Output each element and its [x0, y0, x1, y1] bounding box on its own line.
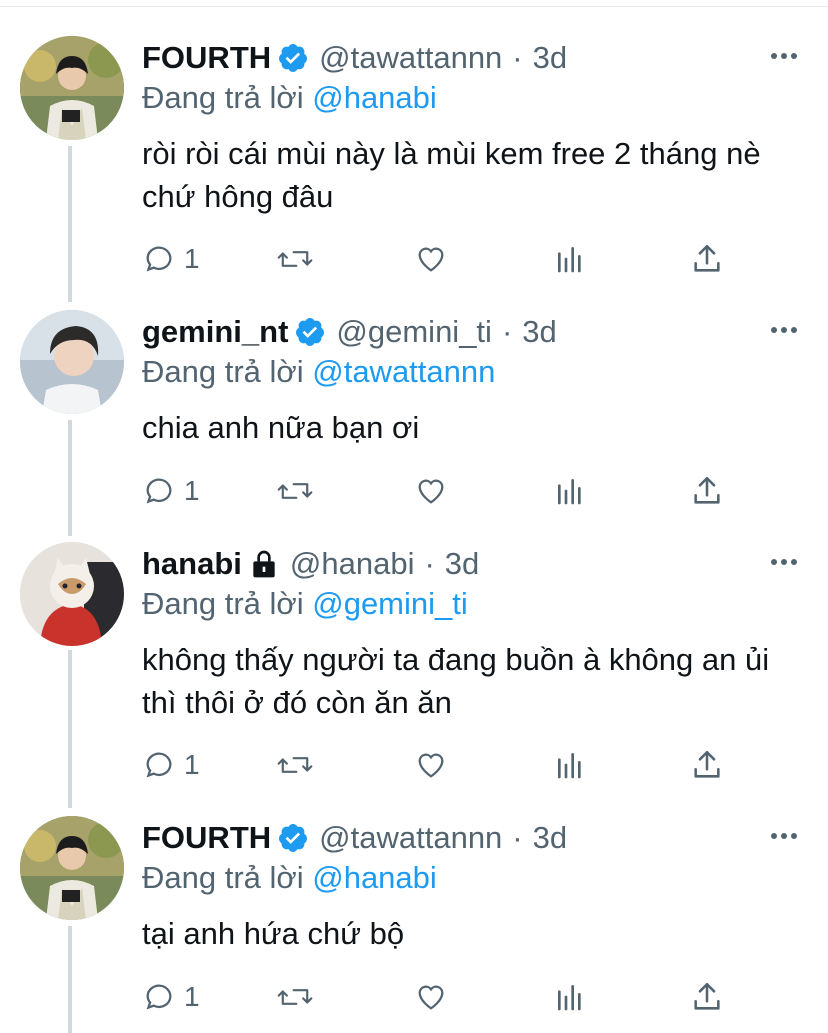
tweet-text: chia anh nữa bạn ơi — [142, 410, 420, 445]
display-name[interactable]: FOURTH — [142, 40, 271, 76]
retweet-icon — [276, 474, 314, 508]
like-button[interactable] — [414, 242, 448, 276]
share-button[interactable] — [690, 242, 724, 276]
share-icon — [690, 748, 724, 782]
action-bar: 1 — [0, 242, 828, 282]
reply-count: 1 — [184, 475, 200, 506]
display-name[interactable]: gemini_nt — [142, 314, 288, 350]
reply-button[interactable]: 1 — [142, 980, 200, 1014]
action-bar: 1 — [0, 980, 828, 1020]
separator-dot: · — [512, 40, 523, 75]
heart-icon — [414, 748, 448, 782]
tweet-text: tại anh hứa chứ bộ — [142, 916, 405, 951]
like-button[interactable] — [414, 748, 448, 782]
reply-mention-link[interactable]: @hanabi — [312, 80, 437, 115]
timestamp[interactable]: 3d — [445, 546, 479, 582]
verified-badge-icon — [277, 822, 309, 854]
analytics-icon — [554, 242, 586, 276]
retweet-button[interactable] — [276, 242, 314, 276]
display-name[interactable]: hanabi — [142, 546, 242, 582]
more-icon[interactable] — [770, 554, 798, 565]
analytics-button[interactable] — [554, 748, 586, 782]
retweet-icon — [276, 980, 314, 1014]
avatar[interactable] — [20, 36, 124, 140]
replying-to: Đang trả lời @hanabi — [142, 860, 437, 896]
user-handle[interactable]: @hanabi — [290, 546, 415, 582]
tweet-header: FOURTH @tawattannn · 3d — [142, 818, 567, 858]
retweet-button[interactable] — [276, 474, 314, 508]
separator-dot: · — [512, 820, 523, 855]
replying-to: Đang trả lời @gemini_ti — [142, 586, 468, 622]
reply-button[interactable]: 1 — [142, 242, 200, 276]
verified-badge-icon — [294, 316, 326, 348]
reply-count: 1 — [184, 981, 200, 1012]
replying-to: Đang trả lời @hanabi — [142, 80, 437, 116]
lock-icon — [248, 548, 280, 580]
display-name[interactable]: FOURTH — [142, 820, 271, 856]
retweet-button[interactable] — [276, 748, 314, 782]
heart-icon — [414, 980, 448, 1014]
user-handle[interactable]: @tawattannn — [319, 40, 502, 76]
avatar[interactable] — [20, 542, 124, 646]
reply-icon — [142, 980, 176, 1014]
share-button[interactable] — [690, 980, 724, 1014]
separator-dot: · — [501, 314, 513, 349]
reply-icon — [142, 748, 176, 782]
heart-icon — [414, 474, 448, 508]
replying-to: Đang trả lời @tawattannn — [142, 354, 495, 390]
analytics-icon — [554, 980, 586, 1014]
timestamp[interactable]: 3d — [522, 314, 556, 350]
user-handle[interactable]: @gemini_ti — [336, 314, 492, 350]
analytics-button[interactable] — [554, 474, 586, 508]
replying-to-label: Đang trả lời — [142, 354, 313, 389]
analytics-button[interactable] — [554, 980, 586, 1014]
share-icon — [690, 474, 724, 508]
more-icon[interactable] — [770, 828, 798, 839]
share-button[interactable] — [690, 748, 724, 782]
top-divider — [0, 6, 828, 7]
reply-count: 1 — [184, 749, 200, 780]
analytics-icon — [554, 474, 586, 508]
verified-badge-icon — [277, 42, 309, 74]
reply-button[interactable]: 1 — [142, 748, 200, 782]
tweet-header: gemini_nt @gemini_ti · 3d — [142, 312, 557, 352]
timestamp[interactable]: 3d — [533, 820, 567, 856]
like-button[interactable] — [414, 474, 448, 508]
like-button[interactable] — [414, 980, 448, 1014]
avatar[interactable] — [20, 816, 124, 920]
reply-mention-link[interactable]: @hanabi — [312, 860, 437, 895]
separator-dot: · — [424, 546, 435, 581]
retweet-button[interactable] — [276, 980, 314, 1014]
share-icon — [690, 980, 724, 1014]
reply-mention-link[interactable]: @tawattannn — [312, 354, 495, 389]
replying-to-label: Đang trả lời — [142, 586, 313, 621]
reply-count: 1 — [184, 243, 200, 274]
user-handle[interactable]: @tawattannn — [319, 820, 502, 856]
action-bar: 1 — [0, 474, 828, 514]
reply-mention-link[interactable]: @gemini_ti — [312, 586, 468, 621]
replying-to-label: Đang trả lời — [142, 80, 313, 115]
avatar[interactable] — [20, 310, 124, 414]
analytics-button[interactable] — [554, 242, 586, 276]
action-bar: 1 — [0, 748, 828, 788]
more-icon[interactable] — [770, 48, 798, 59]
reply-icon — [142, 474, 176, 508]
timestamp[interactable]: 3d — [533, 40, 567, 76]
share-button[interactable] — [690, 474, 724, 508]
tweet-header: FOURTH @tawattannn · 3d — [142, 38, 567, 78]
heart-icon — [414, 242, 448, 276]
tweet-text: ròi ròi cái mùi này là mùi kem free 2 th… — [142, 136, 761, 214]
reply-button[interactable]: 1 — [142, 474, 200, 508]
analytics-icon — [554, 748, 586, 782]
retweet-icon — [276, 242, 314, 276]
more-icon[interactable] — [770, 322, 798, 333]
tweet-text: không thấy người ta đang buồn à không an… — [142, 642, 770, 720]
retweet-icon — [276, 748, 314, 782]
tweet-header: hanabi @hanabi · 3d — [142, 544, 479, 584]
share-icon — [690, 242, 724, 276]
reply-icon — [142, 242, 176, 276]
replying-to-label: Đang trả lời — [142, 860, 313, 895]
